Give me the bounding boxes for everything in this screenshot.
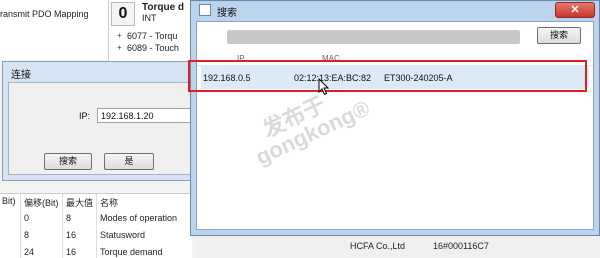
expand-icon[interactable]: + <box>117 43 122 52</box>
device-info-strip: HCFA Co.,Ltd 16#000116C7 <box>195 235 600 258</box>
connect-dialog-body: IP: 搜索 是 <box>8 82 207 175</box>
pdo-type: INT <box>142 13 157 23</box>
col-header-offset: 偏移(Bit) <box>24 198 59 208</box>
pdo-index-badge: 0 <box>111 2 135 26</box>
col-header-bit: Bit) <box>2 196 16 206</box>
search-query-field[interactable] <box>227 30 520 44</box>
highlight-annotation <box>188 60 587 92</box>
connect-dialog-title: 连接 <box>11 70 31 81</box>
tree-item-6089[interactable]: 6089 - Touch <box>127 43 179 53</box>
table-cell: 24 <box>24 247 35 257</box>
search-button[interactable]: 搜索 <box>537 27 581 44</box>
expand-icon[interactable]: + <box>117 31 122 40</box>
tree-item-6077[interactable]: 6077 - Torqu <box>127 31 177 41</box>
table-cell: 16 <box>66 230 77 240</box>
close-icon: ✕ <box>570 4 580 16</box>
pdo-title: Torque d <box>142 2 185 13</box>
table-cell: Statusword <box>100 230 146 240</box>
vendor-name: HCFA Co.,Ltd <box>350 241 406 251</box>
table-cell: Modes of operation <box>100 213 178 223</box>
table-cell: Torque demand <box>100 247 163 257</box>
pdo-entries-table: Bit) 偏移(Bit) 最大值 名称 0 8 Modes of operati… <box>0 193 192 258</box>
vendor-code: 16#000116C7 <box>433 241 489 251</box>
ip-label: IP: <box>79 111 91 121</box>
pdo-mapping-panel: ransmit PDO Mapping <box>0 0 110 60</box>
close-button[interactable]: ✕ <box>555 2 595 18</box>
table-cell: 8 <box>24 230 30 240</box>
col-header-max: 最大值 <box>66 198 94 208</box>
ok-button[interactable]: 是 <box>104 153 154 170</box>
table-cell: 16 <box>66 247 77 257</box>
col-header-name: 名称 <box>100 198 119 208</box>
connect-search-button[interactable]: 搜索 <box>44 153 92 170</box>
search-window: 搜索 ✕ 搜索 IP MAC 192.168.0.5 02:12:13:EA:B… <box>190 0 600 236</box>
pdo-mapping-label: ransmit PDO Mapping <box>0 9 89 19</box>
table-cell: 8 <box>66 213 72 223</box>
search-window-title: 搜索 <box>217 8 237 19</box>
table-cell: 0 <box>24 213 30 223</box>
window-app-icon <box>199 4 211 16</box>
connect-dialog: 连接 IP: 搜索 是 <box>2 61 207 181</box>
search-window-titlebar[interactable]: 搜索 ✕ <box>191 1 599 19</box>
